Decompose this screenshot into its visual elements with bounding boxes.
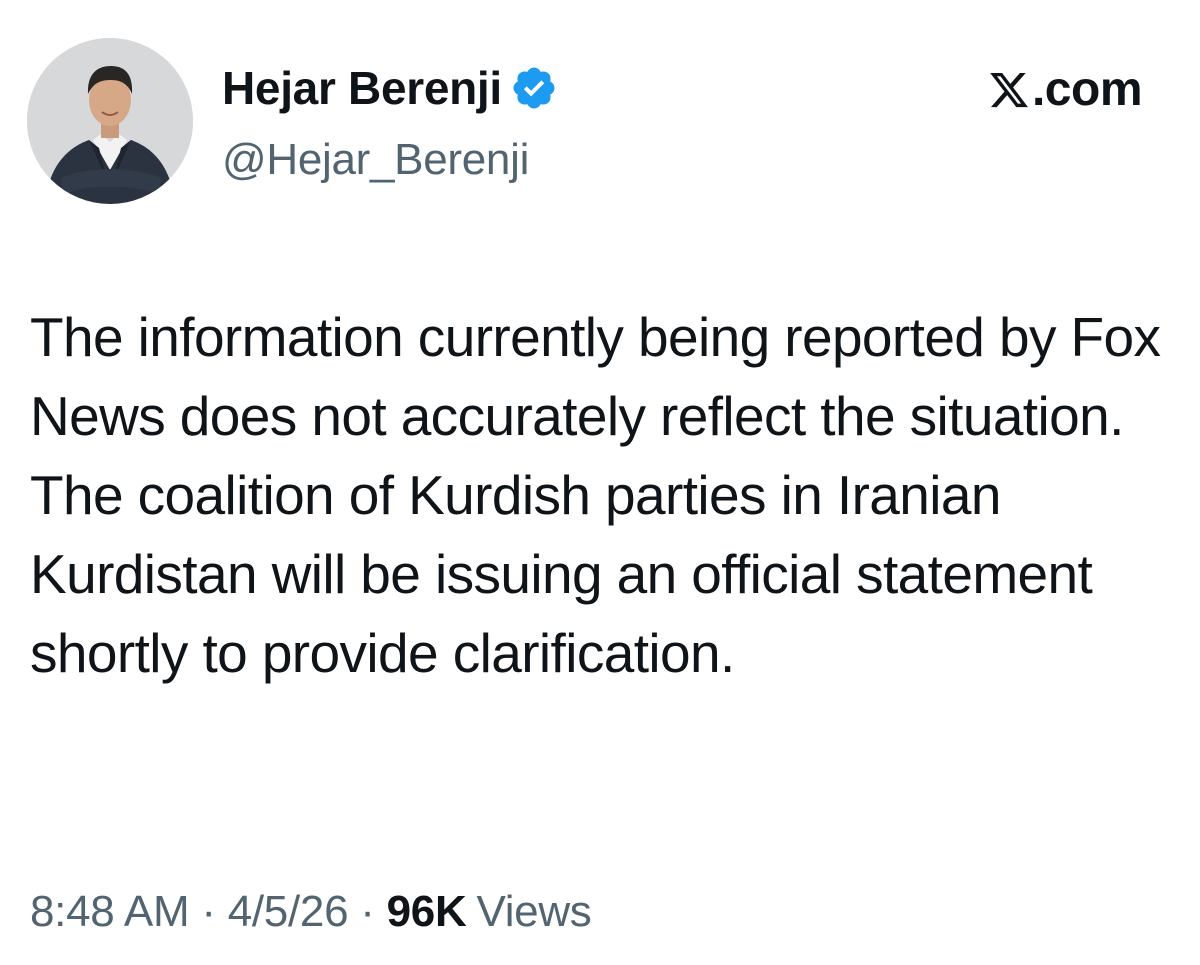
tweet-meta: 8:48 AM · 4/5/26 · 96K Views: [30, 880, 592, 944]
avatar[interactable]: [27, 38, 193, 204]
meta-separator: ·: [201, 887, 216, 936]
tweet-time[interactable]: 8:48 AM: [30, 887, 190, 937]
tweet-date[interactable]: 4/5/26: [228, 887, 349, 937]
brand-wordmark: .com: [988, 62, 1143, 118]
verified-badge-icon[interactable]: [510, 64, 558, 112]
views-count: 96K: [386, 887, 467, 936]
display-name[interactable]: Hejar Berenji: [222, 58, 502, 118]
brand-suffix: .com: [1031, 63, 1143, 116]
author-name-row: Hejar Berenji: [222, 58, 558, 118]
user-handle[interactable]: @Hejar_Berenji: [222, 132, 529, 188]
profile-photo: [27, 38, 193, 204]
tweet-text: The information currently being reported…: [30, 306, 1161, 684]
meta-separator: ·: [360, 887, 375, 936]
views-label: Views: [476, 887, 592, 936]
x-logo-icon: [988, 69, 1030, 111]
